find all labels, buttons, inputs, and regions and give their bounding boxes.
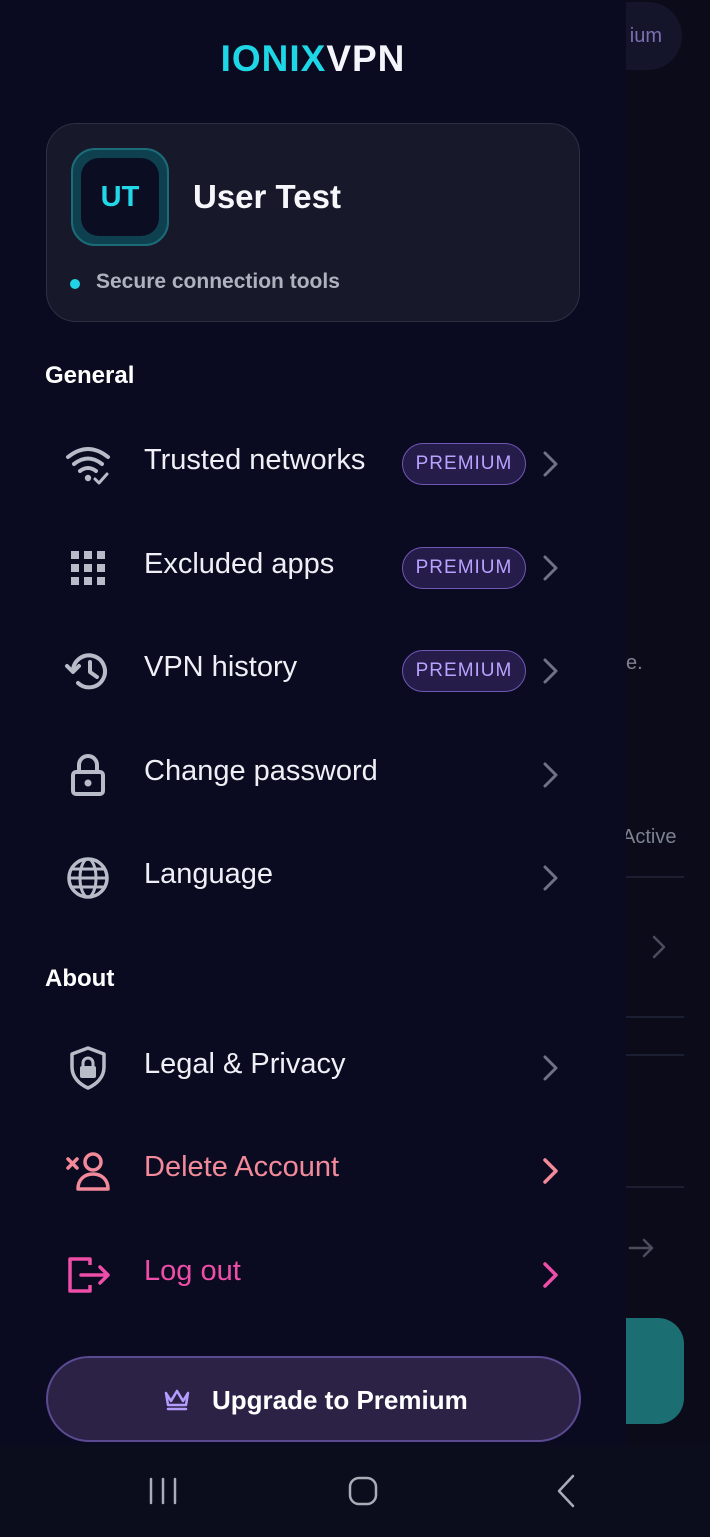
menu-item-excluded-apps[interactable]: Excluded apps PREMIUM bbox=[60, 526, 570, 606]
system-navigation-bar bbox=[0, 1445, 710, 1537]
menu-item-vpn-history[interactable]: VPN history PREMIUM bbox=[60, 629, 570, 709]
background-text-fragment: e. bbox=[626, 652, 643, 674]
status-dot-icon bbox=[70, 279, 80, 289]
upgrade-to-premium-button[interactable]: Upgrade to Premium bbox=[46, 1356, 581, 1442]
menu-label: Language bbox=[144, 858, 274, 890]
chevron-right-icon bbox=[543, 1262, 558, 1288]
chevron-right-icon bbox=[543, 865, 558, 891]
chevron-right-icon bbox=[543, 451, 558, 477]
upgrade-label: Upgrade to Premium bbox=[212, 1385, 468, 1415]
premium-badge: PREMIUM bbox=[402, 443, 526, 485]
back-icon[interactable] bbox=[546, 1471, 586, 1511]
premium-badge: PREMIUM bbox=[402, 547, 526, 589]
chevron-right-icon bbox=[543, 1055, 558, 1081]
home-icon[interactable] bbox=[343, 1471, 383, 1511]
background-divider bbox=[626, 1016, 684, 1018]
menu-item-delete-account[interactable]: Delete Account bbox=[60, 1129, 570, 1209]
remove-user-icon bbox=[66, 1152, 110, 1191]
section-title-general: General bbox=[45, 362, 135, 389]
apps-grid-icon bbox=[71, 551, 105, 585]
menu-item-log-out[interactable]: Log out bbox=[60, 1233, 570, 1313]
app-logo: IONIXVPN bbox=[220, 38, 406, 79]
menu-label: Trusted networks bbox=[144, 444, 366, 476]
menu-label: Excluded apps bbox=[144, 548, 335, 580]
logout-icon bbox=[68, 1257, 110, 1293]
menu-label: Legal & Privacy bbox=[144, 1048, 346, 1080]
recent-apps-icon[interactable] bbox=[143, 1471, 183, 1511]
menu-item-trusted-networks[interactable]: Trusted networks PREMIUM bbox=[60, 422, 570, 502]
background-chevron-right-icon bbox=[652, 935, 666, 959]
premium-badge: PREMIUM bbox=[402, 650, 526, 692]
status-text: Secure connection tools bbox=[96, 270, 340, 293]
user-name: User Test bbox=[193, 178, 341, 215]
wifi-check-icon bbox=[66, 447, 110, 485]
menu-label: Delete Account bbox=[144, 1151, 340, 1183]
avatar: UT bbox=[71, 148, 169, 246]
background-divider bbox=[626, 1186, 684, 1188]
history-icon bbox=[65, 653, 107, 690]
background-status-text: Active bbox=[622, 826, 677, 848]
chevron-right-icon bbox=[543, 762, 558, 788]
chevron-right-icon bbox=[543, 555, 558, 581]
profile-card: UT User Test Secure connection tools bbox=[46, 123, 580, 322]
menu-item-change-password[interactable]: Change password bbox=[60, 733, 570, 813]
chevron-right-icon bbox=[543, 1158, 558, 1184]
lock-icon bbox=[71, 754, 105, 796]
section-title-about: About bbox=[45, 965, 115, 992]
menu-label: VPN history bbox=[144, 651, 298, 683]
crown-icon bbox=[164, 1389, 190, 1411]
menu-item-legal-privacy[interactable]: Legal & Privacy bbox=[60, 1026, 570, 1106]
shield-lock-icon bbox=[70, 1046, 106, 1090]
background-divider bbox=[626, 1054, 684, 1056]
avatar-initials: UT bbox=[81, 158, 159, 236]
menu-item-language[interactable]: Language bbox=[60, 836, 570, 916]
background-arrow-right-icon bbox=[628, 1238, 654, 1258]
menu-label: Log out bbox=[144, 1255, 241, 1287]
background-divider bbox=[626, 876, 684, 878]
menu-label: Change password bbox=[144, 755, 378, 787]
chevron-right-icon bbox=[543, 658, 558, 684]
globe-icon bbox=[67, 857, 109, 899]
navigation-drawer: IONIXVPN UT User Test Secure connection … bbox=[0, 0, 626, 1445]
